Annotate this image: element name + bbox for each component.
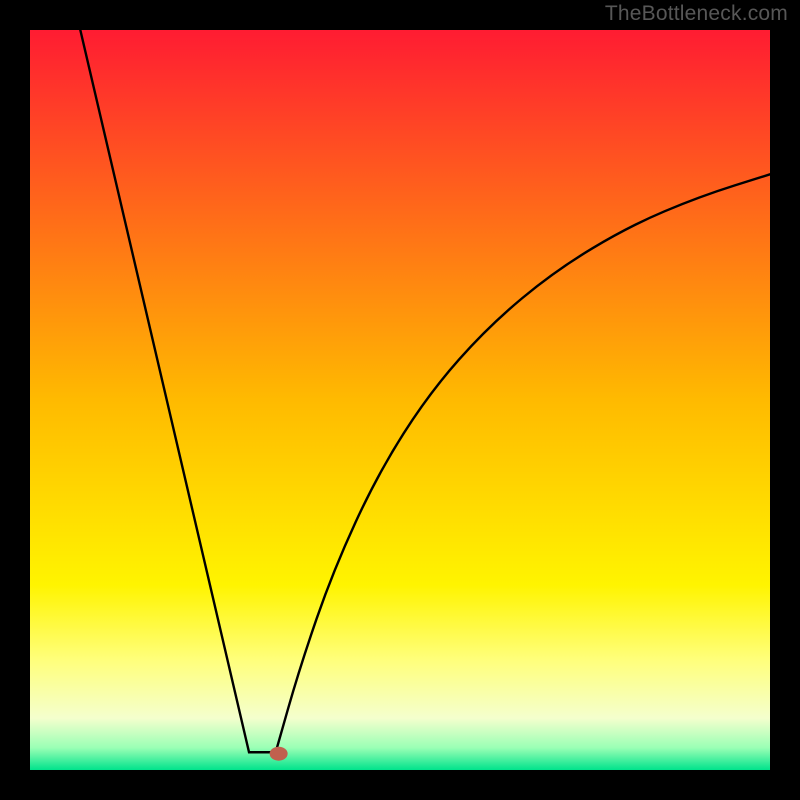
bottleneck-chart (0, 0, 800, 800)
optimum-marker (270, 747, 288, 761)
plot-background (30, 30, 770, 770)
chart-container: TheBottleneck.com (0, 0, 800, 800)
